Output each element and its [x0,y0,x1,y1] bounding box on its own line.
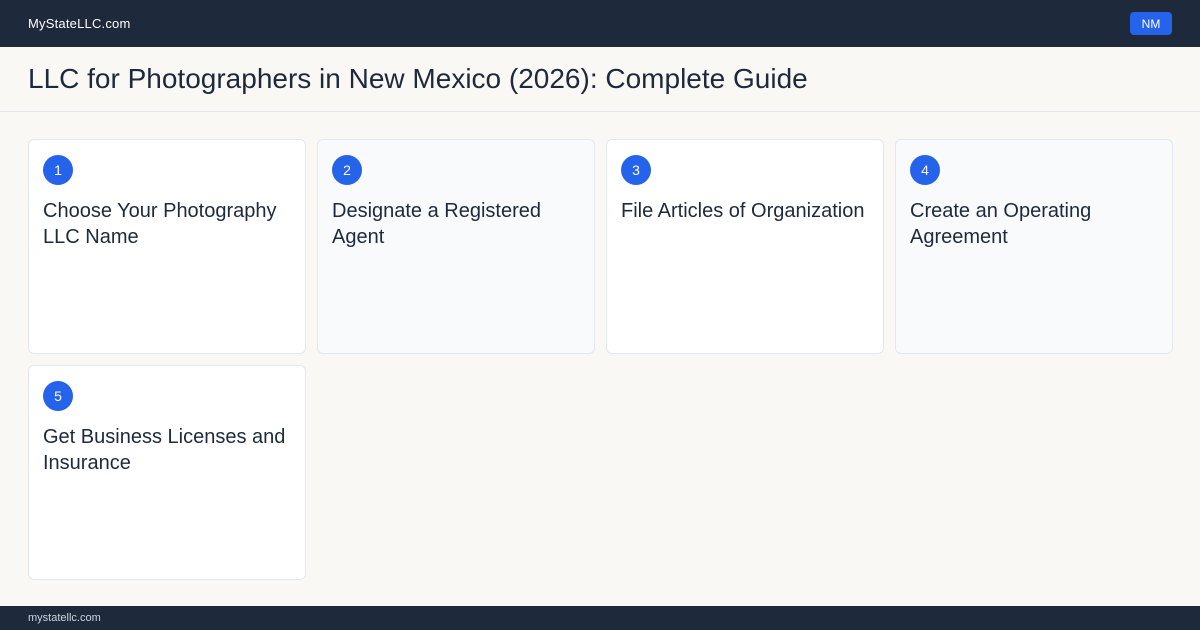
step-card: 2 Designate a Registered Agent [317,139,595,354]
top-navigation-bar: MyStateLLC.com NM [0,0,1200,47]
footer-site-url: mystatellc.com [28,612,101,624]
step-number-badge: 2 [332,155,362,185]
step-number-badge: 5 [43,381,73,411]
page-header: LLC for Photographers in New Mexico (202… [0,47,1200,112]
steps-grid: 1 Choose Your Photography LLC Name 2 Des… [28,139,1173,580]
site-logo-text[interactable]: MyStateLLC.com [28,16,131,31]
state-badge: NM [1130,12,1172,35]
step-card: 4 Create an Operating Agreement [895,139,1173,354]
step-title: Choose Your Photography LLC Name [43,200,277,248]
step-number-badge: 1 [43,155,73,185]
step-title: Create an Operating Agreement [910,200,1092,248]
step-card: 5 Get Business Licenses and Insurance [28,365,306,580]
step-title: Get Business Licenses and Insurance [43,426,286,474]
page-title: LLC for Photographers in New Mexico (202… [28,63,808,94]
step-number-badge: 4 [910,155,940,185]
step-card: 3 File Articles of Organization [606,139,884,354]
page-footer: mystatellc.com [0,606,1200,630]
step-title: Designate a Registered Agent [332,200,542,248]
step-number-badge: 3 [621,155,651,185]
step-card: 1 Choose Your Photography LLC Name [28,139,306,354]
step-title: File Articles of Organization [621,200,865,222]
